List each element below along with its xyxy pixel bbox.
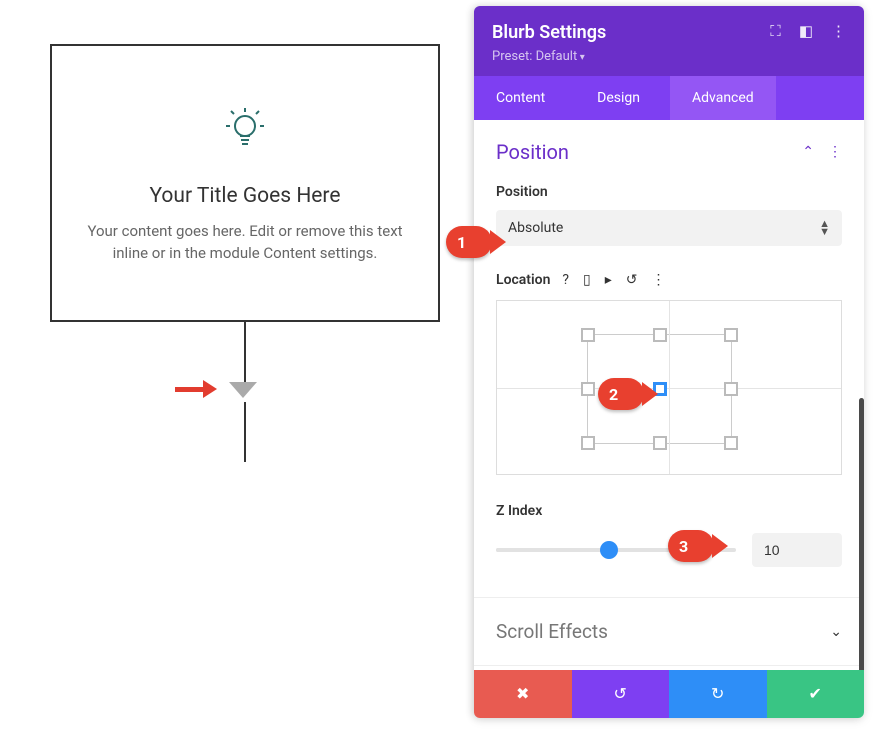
module-preview: Your Title Goes Here Your content goes h… <box>50 44 440 322</box>
label-location: Location <box>496 272 550 288</box>
anchor-bot-center[interactable] <box>653 436 667 450</box>
select-position[interactable]: Absolute ▲▼ <box>496 210 842 246</box>
divider-triangle-icon <box>229 382 257 398</box>
tab-content[interactable]: Content <box>474 76 567 120</box>
anchor-bot-right[interactable] <box>724 436 738 450</box>
callout-1: 1 <box>446 226 492 258</box>
preview-description: Your content goes here. Edit or remove t… <box>85 220 405 265</box>
panel-tabs: Content Design Advanced <box>474 76 864 120</box>
reset-icon[interactable]: ↺ <box>626 272 638 288</box>
redo-button[interactable]: ↻ <box>669 670 767 718</box>
cancel-button[interactable]: ✖ <box>474 670 572 718</box>
zindex-thumb[interactable] <box>600 541 618 559</box>
phone-icon[interactable]: ▯ <box>583 272 591 288</box>
callout-2: 2 <box>598 378 644 410</box>
preview-title: Your Title Goes Here <box>149 184 340 208</box>
preset-dropdown[interactable]: Preset: Default <box>492 49 606 64</box>
scroll-effects-title: Scroll Effects <box>496 620 608 643</box>
hover-icon[interactable]: ▸ <box>605 272 612 288</box>
group-position-title: Position <box>496 140 569 164</box>
grid-icon[interactable]: ◧ <box>799 22 813 40</box>
label-zindex: Z Index <box>496 503 842 519</box>
panel-body: Position ⌃ ⋮ Position Absolute ▲▼ Locati… <box>474 120 864 670</box>
expand-icon[interactable]: ⛶ <box>770 22 781 40</box>
select-arrows-icon: ▲▼ <box>819 220 830 235</box>
connector-line-bottom <box>244 402 246 462</box>
tab-advanced[interactable]: Advanced <box>670 76 776 120</box>
anchor-top-right[interactable] <box>724 328 738 342</box>
zindex-input[interactable] <box>752 533 842 567</box>
more-icon[interactable]: ⋮ <box>831 22 846 40</box>
location-grid[interactable] <box>496 300 842 475</box>
anchor-mid-left[interactable] <box>581 382 595 396</box>
annotation-arrow-icon <box>175 380 217 398</box>
select-position-value: Absolute <box>508 220 563 236</box>
location-more-icon[interactable]: ⋮ <box>652 272 666 288</box>
callout-3: 3 <box>668 530 714 562</box>
undo-button[interactable]: ↺ <box>572 670 670 718</box>
connector-line-top <box>244 322 246 382</box>
lightbulb-icon <box>220 102 270 158</box>
settings-panel: Blurb Settings Preset: Default ⛶ ◧ ⋮ Con… <box>474 6 864 718</box>
group-scroll-effects[interactable]: Scroll Effects ⌄ <box>474 598 864 666</box>
label-position: Position <box>496 184 842 200</box>
anchor-top-left[interactable] <box>581 328 595 342</box>
help-icon[interactable]: ? <box>562 272 569 288</box>
anchor-bot-left[interactable] <box>581 436 595 450</box>
scrollbar[interactable] <box>859 398 864 670</box>
panel-header: Blurb Settings Preset: Default ⛶ ◧ ⋮ <box>474 6 864 76</box>
anchor-mid-right[interactable] <box>724 382 738 396</box>
tab-design[interactable]: Design <box>567 76 670 120</box>
group-position: Position ⌃ ⋮ Position Absolute ▲▼ Locati… <box>474 120 864 598</box>
save-button[interactable]: ✔ <box>767 670 865 718</box>
collapse-icon[interactable]: ⌃ <box>802 144 814 160</box>
group-more-icon[interactable]: ⋮ <box>828 144 842 160</box>
anchor-top-center[interactable] <box>653 328 667 342</box>
panel-title: Blurb Settings <box>492 22 606 43</box>
chevron-down-icon: ⌄ <box>830 624 842 640</box>
panel-footer: ✖ ↺ ↻ ✔ <box>474 670 864 718</box>
